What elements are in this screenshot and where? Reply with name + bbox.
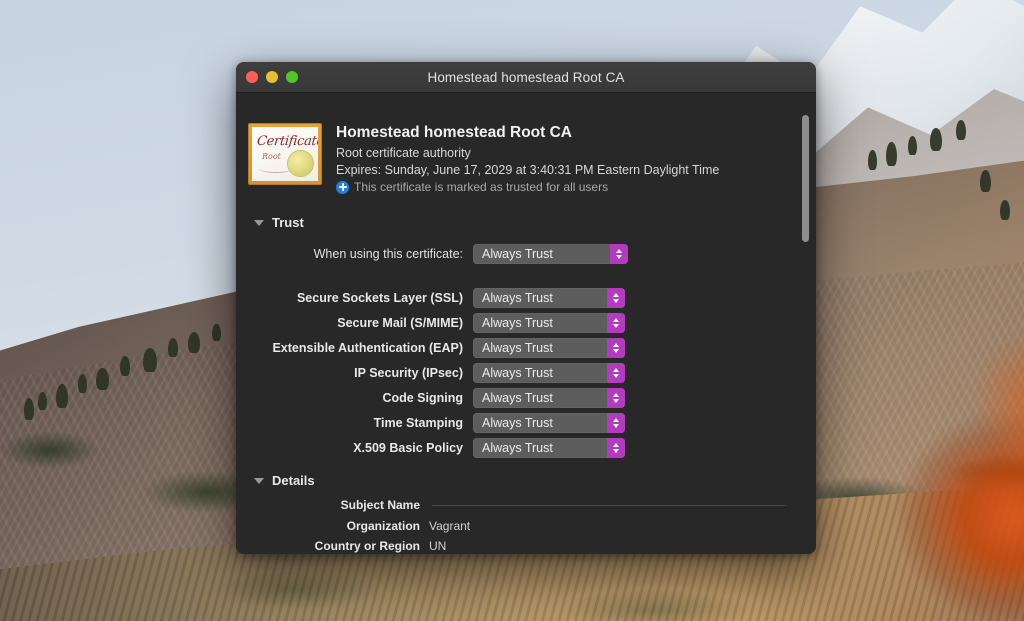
trust-row-label: Extensible Authentication (EAP) [272, 340, 463, 355]
trust-primary-label: When using this certificate: [313, 246, 463, 261]
trust-row-value: Always Trust [482, 340, 553, 355]
detail-rows: Subject Name Organization Vagrant Countr… [236, 495, 816, 554]
trusted-badge-icon [336, 180, 349, 194]
detail-row-value: Vagrant [429, 518, 471, 533]
detail-row-label: Country or Region [314, 539, 420, 554]
trust-row-label: Time Stamping [373, 415, 463, 430]
certificate-icon: Certificate Root [248, 123, 322, 185]
trusted-status-text: This certificate is marked as trusted fo… [354, 180, 609, 194]
wallpaper-tree [78, 374, 87, 393]
certificate-icon-word: Certificate [256, 134, 318, 149]
trust-row-label: IP Security (IPsec) [354, 365, 463, 380]
stepper-arrows-icon[interactable] [607, 387, 625, 408]
wallpaper-tree [96, 368, 109, 390]
certificate-icon-subword: Root [262, 152, 281, 161]
stepper-arrows-icon[interactable] [607, 437, 625, 458]
certificate-header: Certificate Root Homestead homestead Roo… [248, 123, 719, 194]
wallpaper-tree [143, 348, 157, 372]
certificate-seal-icon [285, 148, 316, 179]
disclosure-triangle-icon[interactable] [254, 219, 264, 226]
trust-row-popup[interactable]: Always Trust [473, 437, 625, 458]
trust-row-label: Secure Sockets Layer (SSL) [296, 290, 463, 305]
detail-row: Organization Vagrant [236, 516, 816, 537]
stepper-arrows-icon[interactable] [607, 287, 625, 308]
trust-row-popup[interactable]: Always Trust [473, 287, 625, 308]
trust-row-popup[interactable]: Always Trust [473, 412, 625, 433]
trust-row-primary: When using this certificate: Always Trus… [236, 241, 816, 266]
detail-row-label: Organization [346, 518, 420, 533]
trust-primary-value: Always Trust [482, 246, 553, 261]
trust-section-title: Trust [272, 215, 304, 230]
trust-row: Extensible Authentication (EAP) Always T… [236, 335, 816, 360]
scrollbar-thumb[interactable] [802, 115, 809, 242]
trust-row-popup[interactable]: Always Trust [473, 362, 625, 383]
zoom-button[interactable] [286, 71, 298, 83]
trust-row: Code Signing Always Trust [236, 385, 816, 410]
detail-row: Subject Name [236, 495, 816, 516]
certificate-summary: Homestead homestead Root CA Root certifi… [336, 123, 719, 194]
trust-row-value: Always Trust [482, 440, 553, 455]
certificate-expiry: Expires: Sunday, June 17, 2029 at 3:40:3… [336, 163, 720, 177]
window-controls [246, 62, 298, 92]
minimize-button[interactable] [266, 71, 278, 83]
wallpaper-tree [868, 150, 877, 170]
trust-row-label: X.509 Basic Policy [353, 440, 463, 455]
certificate-name: Homestead homestead Root CA [336, 124, 572, 141]
wallpaper-tree [212, 324, 221, 341]
trust-row: Secure Mail (S/MIME) Always Trust [236, 310, 816, 335]
trust-primary-popup[interactable]: Always Trust [473, 243, 628, 264]
wallpaper-tree [168, 338, 178, 357]
details-section-header[interactable]: Details [254, 473, 315, 488]
close-button[interactable] [246, 71, 258, 83]
wallpaper-tree [120, 356, 130, 376]
detail-row-value: UN [429, 539, 447, 554]
disclosure-triangle-icon[interactable] [254, 477, 264, 484]
wallpaper-tree [1000, 200, 1010, 220]
stepper-arrows-icon[interactable] [607, 337, 625, 358]
trust-row-value: Always Trust [482, 315, 553, 330]
trust-row-value: Always Trust [482, 365, 553, 380]
wallpaper-tree [930, 128, 942, 151]
desktop: Homestead homestead Root CA Certificate … [0, 0, 1024, 621]
trust-row-popup[interactable]: Always Trust [473, 387, 625, 408]
trust-section-header[interactable]: Trust [254, 215, 304, 230]
details-section-title: Details [272, 473, 315, 488]
trust-row: Secure Sockets Layer (SSL) Always Trust [236, 285, 816, 310]
wallpaper-tree [38, 392, 47, 410]
detail-row: Country or Region UN [236, 536, 816, 554]
wallpaper-tree [188, 332, 200, 353]
trust-row-popup[interactable]: Always Trust [473, 337, 625, 358]
detail-row-label: Subject Name [340, 498, 420, 513]
trust-row: Time Stamping Always Trust [236, 410, 816, 435]
wallpaper-tree [886, 142, 897, 166]
stepper-arrows-icon[interactable] [607, 362, 625, 383]
window-content: Certificate Root Homestead homestead Roo… [236, 93, 816, 554]
trust-row-label: Secure Mail (S/MIME) [337, 315, 463, 330]
stepper-arrows-icon[interactable] [607, 312, 625, 333]
wallpaper-tree [908, 136, 917, 155]
certificate-role: Root certificate authority [336, 146, 471, 160]
certificate-window: Homestead homestead Root CA Certificate … [236, 62, 816, 554]
trust-row-value: Always Trust [482, 390, 553, 405]
trust-row: X.509 Basic Policy Always Trust [236, 435, 816, 460]
stepper-arrows-icon[interactable] [610, 243, 628, 264]
wallpaper-tree [24, 398, 34, 420]
window-title: Homestead homestead Root CA [427, 69, 625, 85]
trust-row-label: Code Signing [382, 390, 463, 405]
trust-row-popup[interactable]: Always Trust [473, 312, 625, 333]
wallpaper-autumn-brush-far [930, 300, 1024, 470]
trust-row: IP Security (IPsec) Always Trust [236, 360, 816, 385]
window-titlebar[interactable]: Homestead homestead Root CA [236, 62, 816, 93]
stepper-arrows-icon[interactable] [607, 412, 625, 433]
wallpaper-tree [980, 170, 991, 192]
certificate-trust-status: This certificate is marked as trusted fo… [336, 180, 719, 194]
certificate-icon-art: Certificate Root [252, 127, 318, 181]
trust-row-value: Always Trust [482, 290, 553, 305]
trust-rows: When using this certificate: Always Trus… [236, 241, 816, 460]
wallpaper-tree [56, 384, 68, 408]
wallpaper-tree [956, 120, 966, 140]
detail-row-separator [432, 505, 786, 506]
trust-row-value: Always Trust [482, 415, 553, 430]
